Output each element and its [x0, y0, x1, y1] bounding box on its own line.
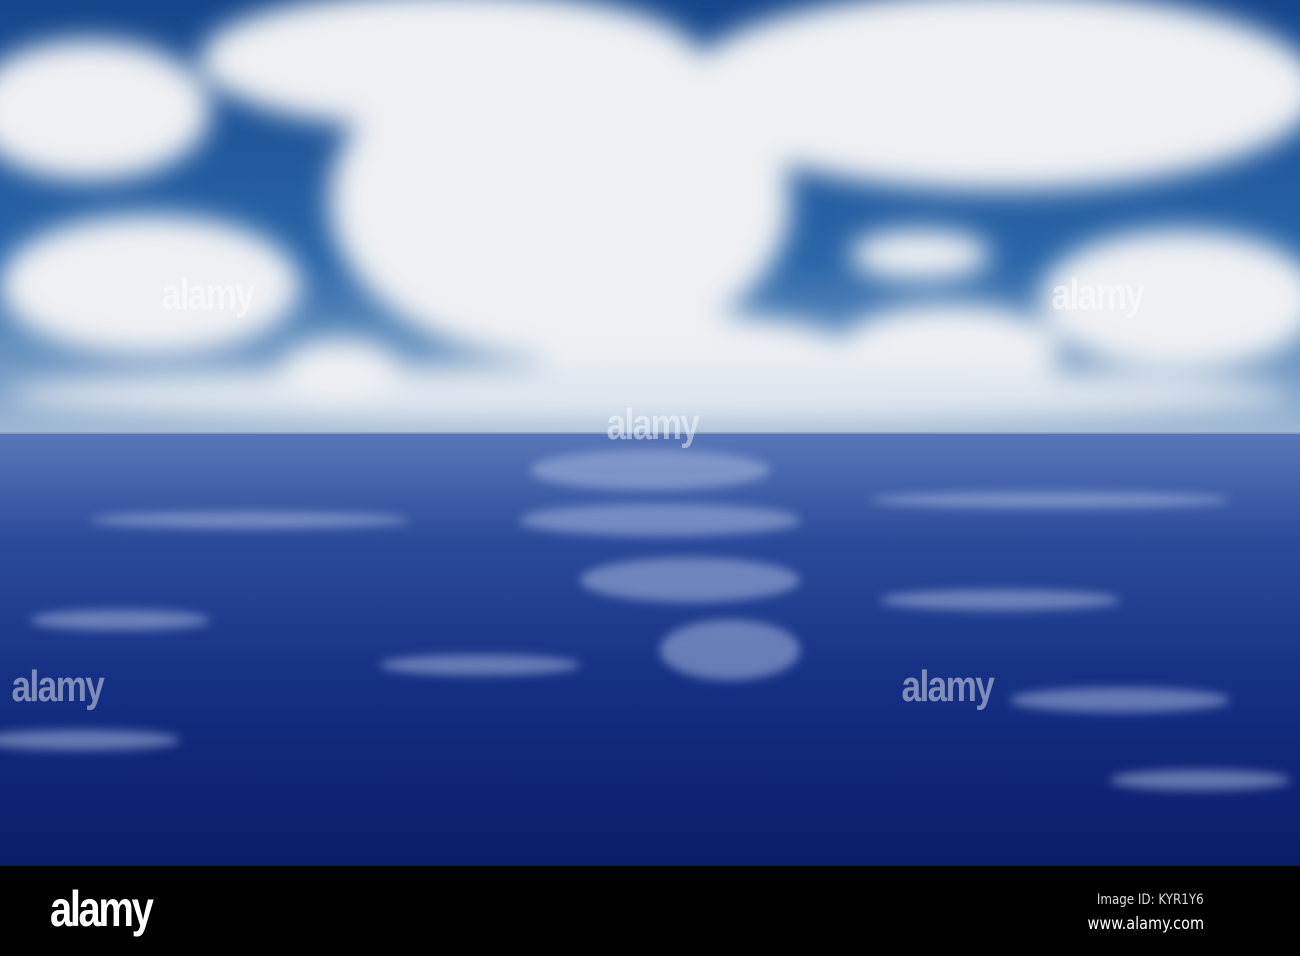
image-id: Image ID: KYR1Y6: [1097, 892, 1204, 908]
site-url: www.alamy.com: [1087, 914, 1204, 934]
alamy-logo: alamy: [50, 881, 154, 937]
watermark: alamy: [1051, 270, 1144, 319]
footer-bar: alamy Image ID: KYR1Y6 www.alamy.com: [0, 866, 1300, 956]
watermark: alamy: [606, 400, 699, 449]
photo-stage: alamy alamy alamy alamy alamy alamy Imag…: [0, 0, 1300, 956]
watermark: alamy: [11, 662, 104, 711]
watermark: alamy: [901, 662, 994, 711]
watermark: alamy: [161, 270, 254, 319]
